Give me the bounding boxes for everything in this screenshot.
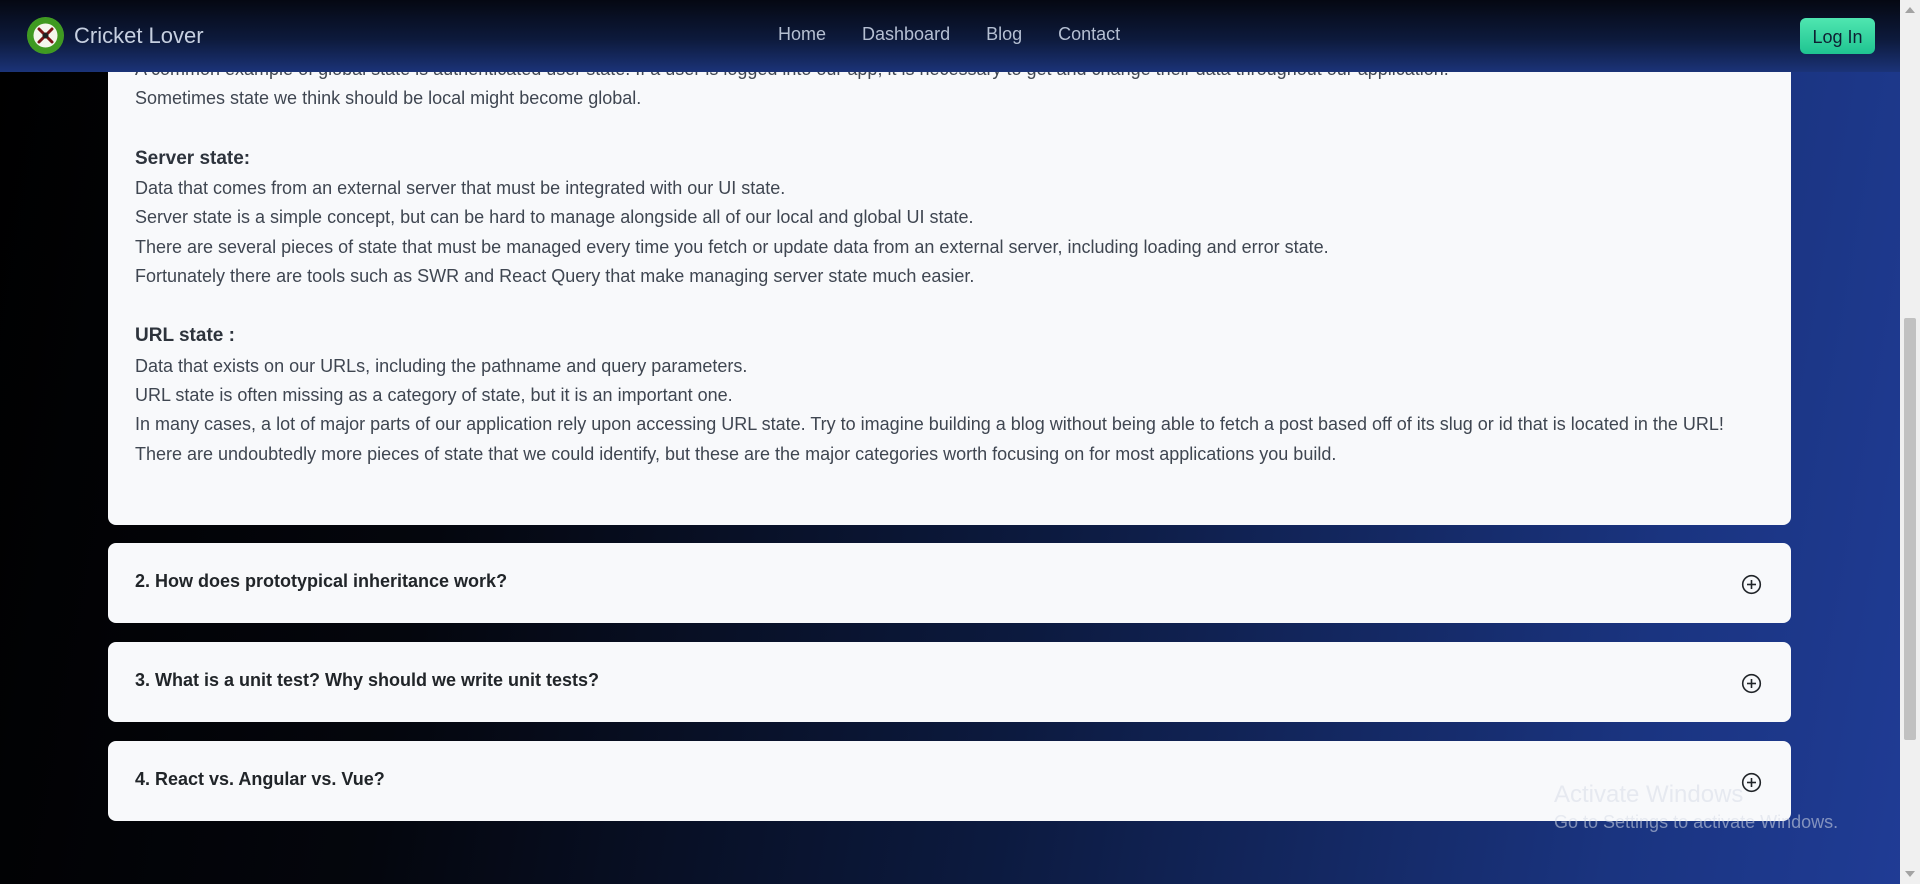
faq-title: 4. React vs. Angular vs. Vue? — [135, 769, 385, 789]
answer-line: In many cases, a lot of major parts of o… — [135, 414, 1724, 434]
nav-links: Home Dashboard Blog Contact — [778, 24, 1156, 45]
answer-line: Server state is a simple concept, but ca… — [135, 207, 974, 227]
plus-circle-icon[interactable] — [1741, 673, 1762, 694]
brand[interactable]: Cricket Lover — [27, 17, 204, 54]
page-content: A common example of global state is auth… — [0, 0, 1900, 884]
answer-line: Sometimes state we think should be local… — [135, 88, 642, 108]
brand-name: Cricket Lover — [74, 22, 204, 48]
faq-answer-card: A common example of global state is auth… — [108, 40, 1791, 525]
section-heading-server-state: Server state: — [135, 148, 251, 169]
vertical-scrollbar[interactable] — [1900, 0, 1920, 884]
answer-line: There are several pieces of state that m… — [135, 237, 1329, 257]
watermark-subtitle: Go to Settings to activate Windows. — [1554, 812, 1839, 832]
answer-line: URL state is often missing as a category… — [135, 385, 733, 405]
faq-title: 3. What is a unit test? Why should we wr… — [135, 670, 600, 690]
nav-link-dashboard[interactable]: Dashboard — [862, 24, 950, 45]
answer-line: Data that comes from an external server … — [135, 178, 786, 198]
top-navbar: Cricket Lover Home Dashboard Blog Contac… — [0, 0, 1900, 72]
scroll-up-arrow-icon[interactable] — [1905, 7, 1915, 13]
nav-link-blog[interactable]: Blog — [986, 24, 1022, 45]
plus-circle-icon[interactable] — [1741, 574, 1762, 595]
faq-item-unit-test[interactable]: 3. What is a unit test? Why should we wr… — [108, 642, 1791, 722]
watermark-title: Activate Windows — [1554, 781, 1744, 808]
faq-item-prototypical-inheritance[interactable]: 2. How does prototypical inheritance wor… — [108, 543, 1791, 623]
nav-link-home[interactable]: Home — [778, 24, 826, 45]
nav-link-contact[interactable]: Contact — [1058, 24, 1120, 45]
answer-line: Fortunately there are tools such as SWR … — [135, 266, 975, 286]
windows-activation-watermark: Activate Windows Go to Settings to activ… — [1554, 780, 1838, 834]
scrollbar-thumb[interactable] — [1904, 318, 1916, 740]
cricket-logo-icon — [27, 17, 64, 54]
faq-title: 2. How does prototypical inheritance wor… — [135, 571, 508, 591]
login-button[interactable]: Log In — [1800, 18, 1875, 54]
section-heading-url-state: URL state : — [135, 325, 235, 346]
faq-item-react-angular-vue[interactable]: 4. React vs. Angular vs. Vue? — [108, 741, 1791, 821]
scroll-down-arrow-icon[interactable] — [1905, 871, 1915, 877]
answer-line: There are undoubtedly more pieces of sta… — [135, 444, 1337, 464]
answer-line: Data that exists on our URLs, including … — [135, 356, 748, 376]
